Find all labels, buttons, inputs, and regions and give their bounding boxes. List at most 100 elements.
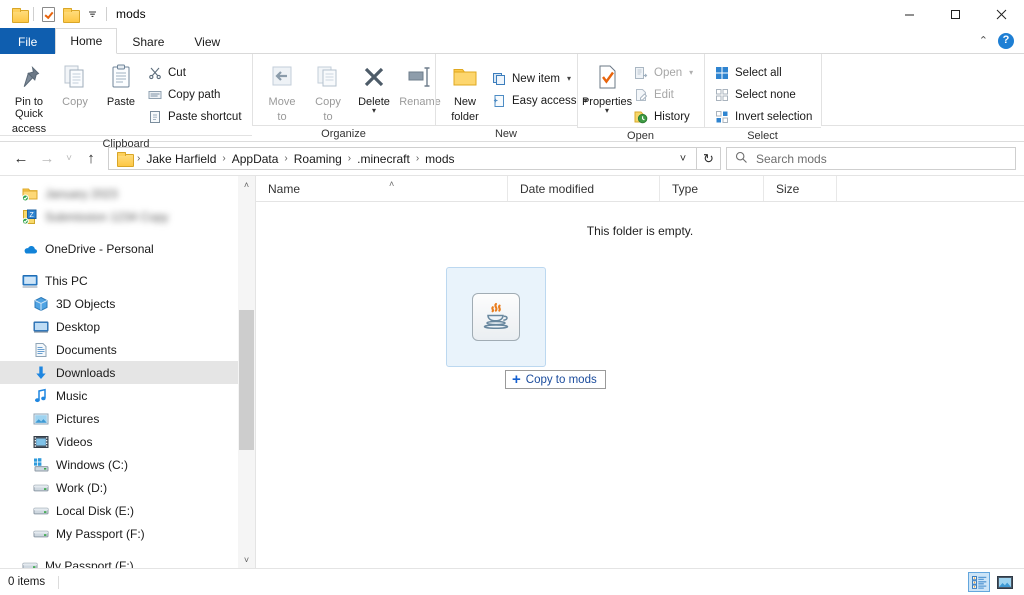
- caption-buttons: [886, 0, 1024, 28]
- minimize-button[interactable]: [886, 0, 932, 28]
- tab-home[interactable]: Home: [55, 28, 117, 54]
- scroll-down-arrow-icon[interactable]: ˅: [238, 551, 255, 568]
- copy-to-button[interactable]: Copy to: [305, 58, 351, 123]
- nav-item-windows-c[interactable]: Windows (C:): [0, 453, 255, 476]
- pin-to-quick-access-button[interactable]: Pin to Quick access: [6, 58, 52, 135]
- open-small-buttons: Open ▾ Edit History: [630, 58, 699, 127]
- column-header-type[interactable]: Type: [660, 176, 764, 201]
- move-to-button[interactable]: Move to: [259, 58, 305, 123]
- scrollbar-thumb[interactable]: [239, 310, 254, 450]
- nav-item-local-disk-e[interactable]: Local Disk (E:): [0, 499, 255, 522]
- easy-access-label: Easy access: [512, 95, 577, 107]
- nav-item-my-passport-f[interactable]: My Passport (F:): [0, 522, 255, 545]
- nav-item-work-d[interactable]: Work (D:): [0, 476, 255, 499]
- new-item-caret-icon[interactable]: ▾: [567, 74, 571, 83]
- tab-view[interactable]: View: [179, 28, 235, 54]
- edit-button[interactable]: Edit: [630, 84, 699, 105]
- paste-shortcut-label: Paste shortcut: [168, 111, 242, 123]
- nav-item-label: Desktop: [56, 320, 100, 334]
- address-dropdown-icon[interactable]: ˅: [672, 148, 694, 169]
- help-icon[interactable]: ?: [998, 33, 1014, 49]
- properties-icon[interactable]: [37, 3, 59, 25]
- breadcrumb-roaming[interactable]: Roaming: [289, 148, 347, 169]
- breadcrumb-jake-harfield[interactable]: Jake Harfield: [141, 148, 221, 169]
- search-box[interactable]: Search mods: [726, 147, 1016, 170]
- nav-item-my-passport-f-root[interactable]: My Passport (F:): [0, 554, 255, 568]
- status-divider: [58, 576, 59, 589]
- file-explorer-window: mods File Home Share View ⌃ ?: [0, 0, 1024, 595]
- scroll-up-arrow-icon[interactable]: ˄: [238, 176, 255, 193]
- onedrive-icon: [22, 241, 38, 257]
- breadcrumb-appdata[interactable]: AppData: [227, 148, 284, 169]
- nav-item-label: Windows (C:): [56, 458, 128, 472]
- ribbon-group-label-new: New: [435, 125, 577, 141]
- nav-item-label: January 2023: [45, 187, 118, 201]
- documents-icon: [33, 342, 49, 358]
- desktop-icon: [33, 319, 49, 335]
- navigation-pane-scrollbar[interactable]: ˄ ˅: [238, 176, 255, 568]
- column-header-size[interactable]: Size: [764, 176, 837, 201]
- nav-item-desktop[interactable]: Desktop: [0, 315, 255, 338]
- nav-item-music[interactable]: Music: [0, 384, 255, 407]
- large-icons-view-button[interactable]: [994, 572, 1016, 592]
- column-header-name[interactable]: Name ˄: [256, 176, 508, 201]
- customize-caret-icon[interactable]: [81, 3, 103, 25]
- ribbon-group-label-open: Open: [577, 127, 704, 143]
- pin-label-1: Pin to Quick: [11, 96, 47, 120]
- delete-button[interactable]: Delete ▾: [351, 58, 397, 114]
- nav-item-label: Local Disk (E:): [56, 504, 134, 518]
- invert-selection-button[interactable]: Invert selection: [711, 106, 818, 127]
- nav-item-submission[interactable]: Z Submission 1234 Copy: [0, 205, 255, 228]
- folder-icon[interactable]: [8, 3, 30, 25]
- file-list-pane[interactable]: Name ˄ Date modified Type Size This fold…: [256, 176, 1024, 568]
- properties-button[interactable]: Properties ▾: [584, 58, 630, 114]
- zip-synced-icon: Z: [22, 209, 38, 225]
- nav-item-videos[interactable]: Videos: [0, 430, 255, 453]
- paste-shortcut-button[interactable]: Paste shortcut: [144, 106, 248, 127]
- nav-item-downloads[interactable]: Downloads: [0, 361, 255, 384]
- collapse-ribbon-icon[interactable]: ⌃: [979, 34, 988, 47]
- open-button[interactable]: Open ▾: [630, 62, 699, 83]
- move-to-label-1: Move: [269, 96, 296, 108]
- nav-item-january-2023[interactable]: January 2023: [0, 182, 255, 205]
- breadcrumb-minecraft[interactable]: .minecraft: [352, 148, 415, 169]
- select-none-button[interactable]: Select none: [711, 84, 818, 105]
- nav-item-3d-objects[interactable]: 3D Objects: [0, 292, 255, 315]
- copy-path-button[interactable]: Copy path: [144, 84, 248, 105]
- nav-item-pictures[interactable]: Pictures: [0, 407, 255, 430]
- cut-button[interactable]: Cut: [144, 62, 248, 83]
- details-view-button[interactable]: [968, 572, 990, 592]
- select-all-icon: [714, 65, 730, 81]
- nav-item-documents[interactable]: Documents: [0, 338, 255, 361]
- tab-share[interactable]: Share: [117, 28, 179, 54]
- column-header-date-modified[interactable]: Date modified: [508, 176, 660, 201]
- pictures-icon: [33, 411, 49, 427]
- properties-caret-icon[interactable]: ▾: [605, 108, 609, 114]
- nav-item-onedrive[interactable]: OneDrive - Personal: [0, 237, 255, 260]
- close-button[interactable]: [978, 0, 1024, 28]
- copy-button[interactable]: Copy: [52, 58, 98, 108]
- nav-item-label: Pictures: [56, 412, 99, 426]
- nav-item-label: Downloads: [56, 366, 115, 380]
- nav-item-this-pc[interactable]: This PC: [0, 269, 255, 292]
- history-button[interactable]: History: [630, 106, 699, 127]
- invert-selection-icon: [714, 109, 730, 125]
- delete-caret-icon[interactable]: ▾: [372, 108, 376, 114]
- search-input[interactable]: Search mods: [756, 152, 827, 166]
- drive-icon: [33, 503, 49, 519]
- refresh-button[interactable]: ↻: [697, 147, 721, 170]
- drive-icon: [22, 558, 38, 569]
- new-folder-icon[interactable]: [59, 3, 81, 25]
- maximize-button[interactable]: [932, 0, 978, 28]
- 3d-objects-icon: [33, 296, 49, 312]
- paste-button[interactable]: Paste: [98, 58, 144, 108]
- nav-item-label: 3D Objects: [56, 297, 115, 311]
- breadcrumb-mods[interactable]: mods: [420, 148, 459, 169]
- clipboard-small-buttons: Cut Copy path Paste shortcut: [144, 58, 248, 127]
- easy-access-icon: [491, 93, 507, 109]
- drag-ghost-item[interactable]: [446, 267, 546, 367]
- select-all-button[interactable]: Select all: [711, 62, 818, 83]
- open-caret-icon[interactable]: ▾: [689, 68, 693, 77]
- tab-file[interactable]: File: [0, 28, 55, 54]
- new-folder-button[interactable]: New folder: [442, 58, 488, 123]
